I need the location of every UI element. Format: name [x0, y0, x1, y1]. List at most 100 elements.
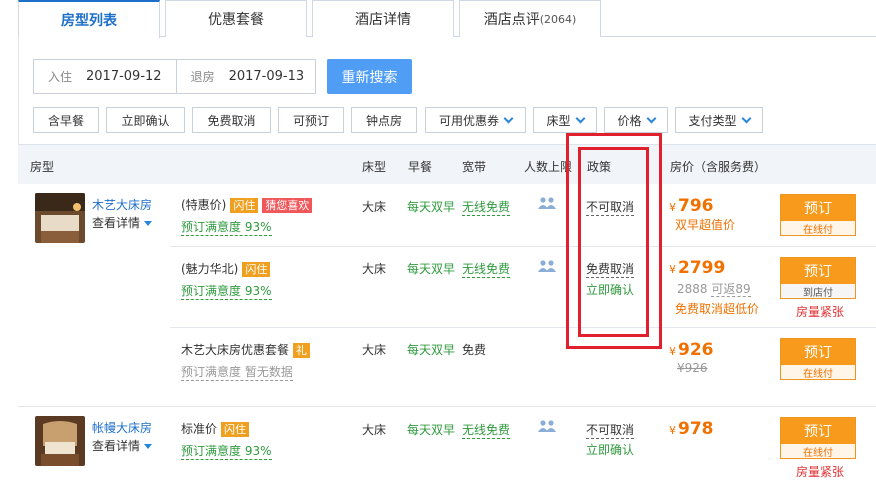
room-name-link[interactable]: 木艺大床房	[92, 196, 152, 213]
room-name-link[interactable]: 帐幔大床房	[92, 419, 152, 436]
low-inventory-label: 房量紧张	[796, 465, 845, 479]
search-panel: 入住 2017-09-12 退房 2017-09-13 重新搜索 含早餐 立即确…	[18, 37, 876, 144]
currency-symbol: ¥	[669, 345, 676, 358]
currency-symbol: ¥	[669, 263, 676, 276]
currency-symbol: ¥	[669, 424, 676, 437]
filter-breakfast[interactable]: 含早餐	[33, 107, 99, 133]
highlight-box-inner	[578, 147, 649, 337]
chevron-down-icon	[503, 113, 514, 123]
checkout-label: 退房	[190, 70, 215, 84]
filter-bookable[interactable]: 可预订	[278, 107, 344, 133]
bed-type: 大床	[362, 262, 387, 276]
checkout-date[interactable]: 2017-09-13	[229, 69, 305, 84]
filter-label: 床型	[546, 113, 571, 128]
filter-label: 钟点房	[365, 113, 402, 128]
bed-type: 大床	[362, 200, 387, 214]
broadband[interactable]: 无线免费	[462, 260, 511, 278]
tab-label: 房型列表	[61, 13, 117, 29]
filter-label: 可预订	[292, 113, 329, 128]
room-thumbnail[interactable]	[35, 416, 85, 466]
rebate[interactable]: 可返89	[711, 282, 751, 297]
room-divider	[18, 406, 876, 407]
price-value: 796	[678, 196, 714, 216]
chevron-down-icon	[646, 113, 656, 123]
book-label: 预订	[781, 258, 855, 284]
people-icon	[538, 197, 556, 209]
chevron-down-icon	[741, 113, 751, 123]
book-button[interactable]: 预订 在线付	[780, 194, 856, 236]
original-price: ¥926	[677, 361, 708, 375]
price-note: 双早超值价	[675, 218, 736, 232]
col-room: 房型	[30, 160, 55, 174]
tab-room-list[interactable]: 房型列表	[18, 0, 160, 38]
col-broadband: 宽带	[462, 160, 487, 174]
view-details-link[interactable]: 查看详情	[92, 437, 153, 454]
low-inventory-label: 房量紧张	[796, 305, 845, 319]
price-note: 免费取消超低价	[675, 302, 760, 316]
filter-coupon[interactable]: 可用优惠券	[425, 107, 526, 133]
bed-type: 大床	[362, 423, 387, 437]
recommend-badge: 猜您喜欢	[262, 198, 313, 213]
filter-label: 可用优惠券	[438, 113, 499, 128]
satisfaction-rate[interactable]: 预订满意度 93%	[181, 442, 272, 460]
plan-name-text: (魅力华北)	[181, 262, 239, 276]
satisfaction-rate[interactable]: 预订满意度 93%	[181, 218, 272, 236]
book-button[interactable]: 预订 在线付	[780, 417, 856, 459]
book-label: 预订	[781, 418, 855, 444]
checkin-label: 入住	[48, 70, 73, 84]
date-range: 入住 2017-09-12 退房 2017-09-13	[33, 59, 316, 94]
view-details-link[interactable]: 查看详情	[92, 214, 153, 231]
tab-reviews[interactable]: 酒店点评 (2064)	[459, 0, 601, 37]
filter-label: 含早餐	[47, 113, 84, 128]
satisfaction-rate[interactable]: 预订满意度 93%	[181, 282, 272, 300]
filter-payment[interactable]: 支付类型	[675, 107, 763, 133]
broadband: 免费	[462, 343, 487, 357]
original-price: 2888	[677, 282, 708, 296]
room-thumbnail[interactable]	[35, 193, 85, 243]
payment-type: 在线付	[781, 221, 855, 236]
plan-name: (特惠价) 闪住 猜您喜欢	[181, 196, 313, 213]
book-button[interactable]: 预订 在线付	[780, 338, 856, 380]
filter-label: 价格	[617, 113, 642, 128]
filter-label: 立即确认	[121, 113, 170, 128]
checkin-date[interactable]: 2017-09-12	[86, 69, 162, 84]
tab-hotel-details[interactable]: 酒店详情	[312, 0, 454, 37]
caret-down-icon	[144, 444, 153, 449]
plan-name: 木艺大床房优惠套餐礼	[181, 341, 311, 358]
tab-bar: 房型列表 优惠套餐 酒店详情 酒店点评 (2064)	[18, 0, 876, 38]
filter-label: 支付类型	[688, 113, 737, 128]
row-divider	[170, 327, 876, 328]
broadband[interactable]: 无线免费	[462, 198, 511, 216]
breakfast: 每天双早	[407, 262, 456, 276]
plan-name: 标准价 闪住	[181, 420, 250, 437]
book-label: 预订	[781, 195, 855, 221]
caret-down-icon	[144, 221, 153, 226]
currency-symbol: ¥	[669, 201, 676, 214]
bed-type: 大床	[362, 343, 387, 357]
broadband[interactable]: 无线免费	[462, 421, 511, 439]
price-rebate: 2888 可返89	[677, 280, 751, 297]
chevron-down-icon	[575, 113, 585, 123]
tab-packages[interactable]: 优惠套餐	[165, 0, 307, 37]
cancel-policy[interactable]: 不可取消	[586, 421, 635, 439]
price-value: 2799	[678, 258, 726, 278]
filter-free-cancel[interactable]: 免费取消	[192, 107, 271, 133]
plan-name-text: 标准价	[181, 422, 218, 436]
re-search-button[interactable]: 重新搜索	[327, 59, 412, 94]
book-button[interactable]: 预订 到店付	[780, 257, 856, 299]
breakfast: 每天双早	[407, 200, 456, 214]
flash-stay-badge: 闪住	[230, 198, 259, 213]
payment-type: 在线付	[781, 444, 855, 459]
filter-price[interactable]: 价格	[604, 107, 668, 133]
view-details-label: 查看详情	[92, 439, 141, 453]
flash-stay-badge: 闪住	[221, 422, 250, 437]
row-divider	[170, 246, 876, 247]
filter-hourly[interactable]: 钟点房	[351, 107, 417, 133]
price-value: 978	[678, 419, 714, 439]
filter-instant-confirm[interactable]: 立即确认	[106, 107, 185, 133]
payment-type: 在线付	[781, 365, 855, 380]
room-price: ¥978	[669, 419, 714, 439]
satisfaction-rate[interactable]: 预订满意度 暂无数据	[181, 363, 293, 381]
room-price: ¥2799	[669, 258, 725, 278]
filter-bed-type[interactable]: 床型	[533, 107, 597, 133]
